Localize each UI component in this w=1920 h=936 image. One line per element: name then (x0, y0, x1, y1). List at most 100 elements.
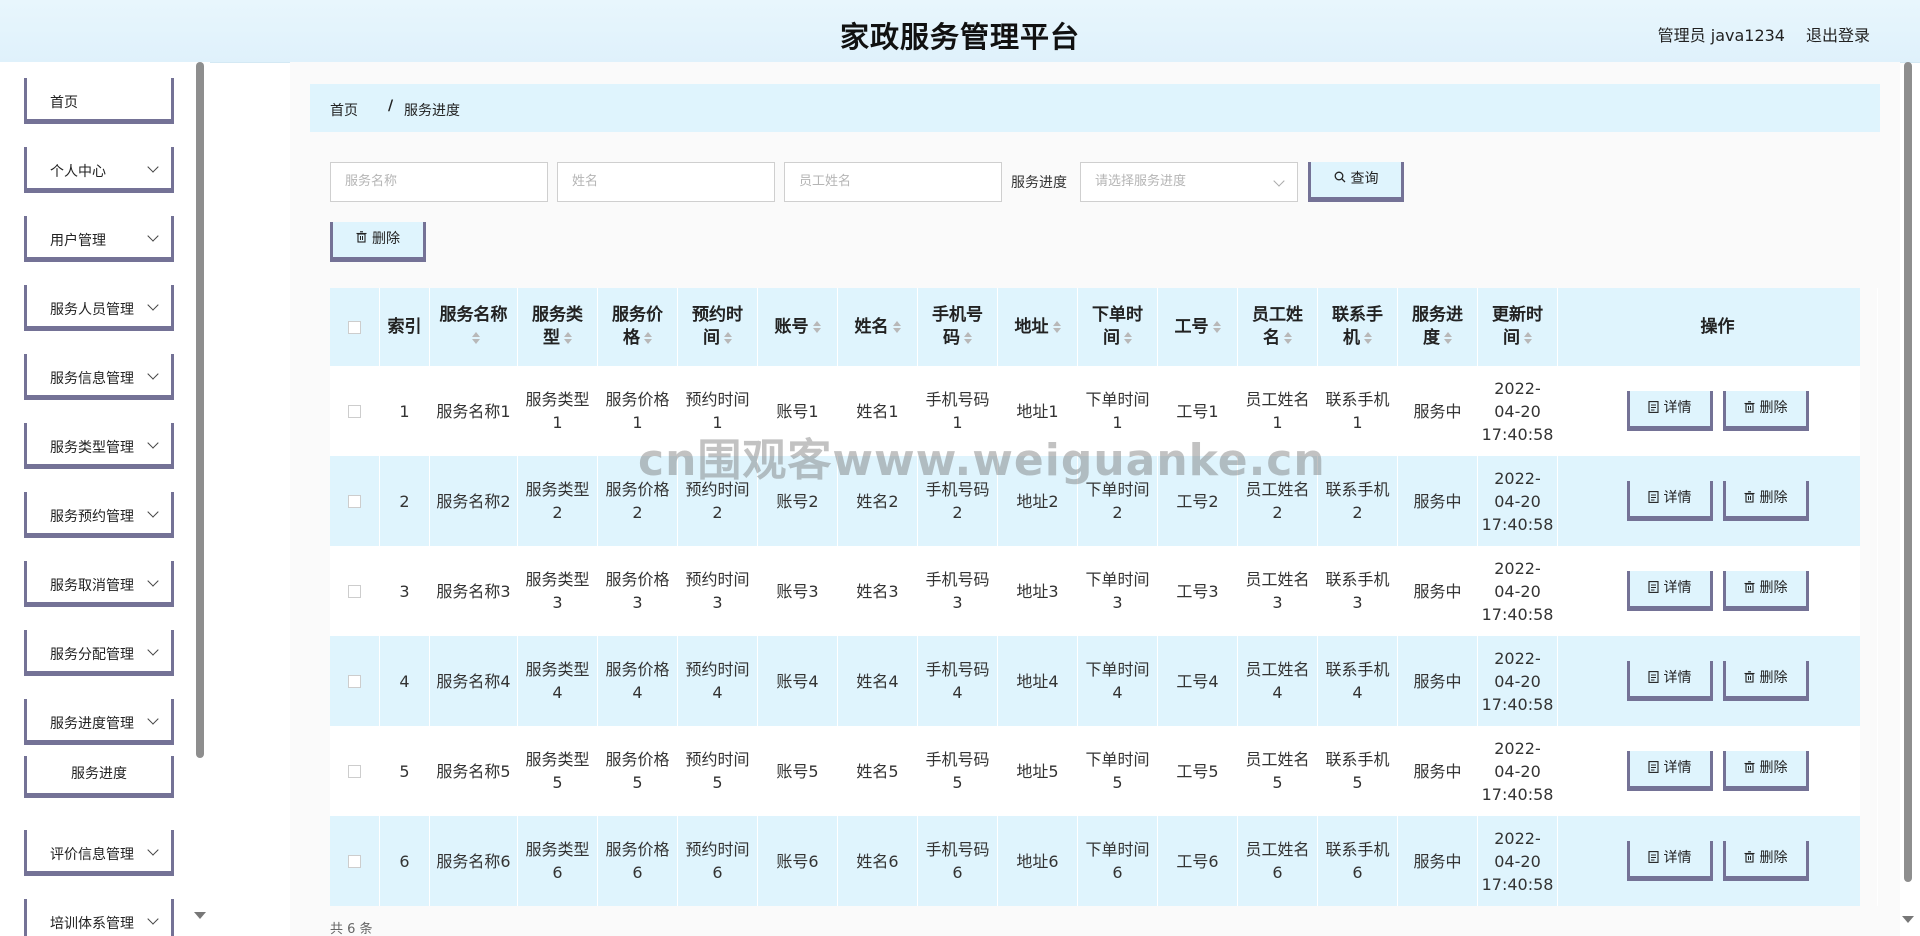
table-cell: 联系手机6 (1325, 840, 1390, 882)
sidebar-item-6[interactable]: 服务预约管理 (24, 492, 174, 538)
sidebar-item-4[interactable]: 服务信息管理 (24, 354, 174, 400)
column-header[interactable]: 账号 (775, 316, 821, 339)
sidebar-item-label: 服务信息管理 (50, 371, 134, 387)
row-checkbox[interactable] (348, 674, 361, 688)
column-header[interactable]: 服务名称 (436, 304, 511, 350)
name-input[interactable]: 姓名 (557, 162, 775, 202)
column-header[interactable]: 联系手机 (1324, 304, 1391, 350)
sort-icon[interactable] (1124, 332, 1132, 344)
sort-icon[interactable] (964, 332, 972, 344)
row-delete-label: 删除 (1759, 580, 1788, 596)
service-name-input[interactable]: 服务名称 (330, 162, 548, 202)
chevron-down-icon (147, 437, 159, 449)
row-checkbox[interactable] (348, 854, 361, 868)
sort-icon[interactable] (724, 332, 732, 344)
detail-button[interactable]: 详情 (1626, 481, 1713, 521)
table-cell: 服务中 (1413, 851, 1462, 871)
column-header[interactable]: 服务类型 (524, 304, 591, 350)
row-delete-button[interactable]: 删除 (1722, 571, 1809, 611)
sidebar-scrollbar[interactable] (196, 62, 204, 758)
sort-icon[interactable] (644, 332, 652, 344)
sort-icon[interactable] (564, 332, 572, 344)
row-delete-button[interactable]: 删除 (1722, 751, 1809, 791)
sort-icon[interactable] (812, 320, 821, 333)
sidebar-item-7[interactable]: 服务取消管理 (24, 561, 174, 607)
table-cell: 工号5 (1176, 761, 1219, 781)
sort-icon[interactable] (471, 332, 480, 344)
detail-button-label: 详情 (1663, 400, 1692, 416)
row-checkbox[interactable] (348, 764, 361, 778)
query-button[interactable]: 查询 (1308, 162, 1404, 202)
row-delete-button[interactable]: 删除 (1722, 661, 1809, 701)
document-icon (1647, 401, 1659, 413)
row-delete-button[interactable]: 删除 (1722, 841, 1809, 881)
row-delete-button[interactable]: 删除 (1722, 481, 1809, 521)
sidebar-item-1[interactable]: 个人中心 (24, 147, 174, 193)
logout-link[interactable]: 退出登录 (1806, 22, 1870, 46)
column-header-label: 索引 (387, 316, 422, 337)
sidebar-item-label: 服务分配管理 (50, 647, 134, 663)
table-cell: 地址1 (1016, 401, 1059, 421)
detail-button[interactable]: 详情 (1626, 751, 1713, 791)
sort-icon[interactable] (1284, 332, 1292, 344)
sidebar-item-2[interactable]: 用户管理 (24, 216, 174, 262)
column-header[interactable]: 更新时间 (1484, 304, 1551, 350)
table-cell: 地址3 (1016, 581, 1059, 601)
sort-icon[interactable] (1444, 332, 1452, 344)
batch-delete-button[interactable]: 删除 (330, 222, 426, 262)
table-cell: 工号4 (1176, 671, 1219, 691)
table-cell: 账号4 (776, 671, 819, 691)
table-cell: 员工姓名1 (1245, 390, 1310, 432)
column-header[interactable]: 索引 (388, 316, 422, 339)
progress-select[interactable]: 请选择服务进度 (1080, 162, 1298, 202)
document-icon (1647, 761, 1659, 773)
sidebar-item-5[interactable]: 服务类型管理 (24, 423, 174, 469)
table-cell: 预约时间2 (685, 480, 750, 522)
detail-button[interactable]: 详情 (1626, 391, 1713, 431)
sort-icon[interactable] (1212, 320, 1221, 333)
sidebar-item-9[interactable]: 服务进度管理 (24, 699, 174, 745)
employee-name-input[interactable]: 员工姓名 (784, 162, 1002, 202)
page-scroll-down-icon[interactable] (1902, 916, 1914, 923)
column-header[interactable]: 手机号码 (924, 304, 991, 350)
sort-icon[interactable] (1524, 332, 1532, 344)
column-header[interactable]: 服务进度 (1404, 304, 1471, 350)
sidebar-scroll-down-icon[interactable] (194, 912, 206, 919)
row-delete-button[interactable]: 删除 (1722, 391, 1809, 431)
sort-icon[interactable] (892, 320, 901, 333)
row-checkbox[interactable] (348, 404, 361, 418)
select-all-checkbox[interactable] (348, 320, 361, 334)
table-header-row: 索引 服务名称 服务类型 服务价格 预约时间 账号 姓名 手机号码 地址 下单时间 工号 员工姓名 联系… (330, 288, 1878, 366)
sort-icon[interactable] (1052, 320, 1061, 333)
table-cell: 预约时间5 (685, 750, 750, 792)
sidebar-item-3[interactable]: 服务人员管理 (24, 285, 174, 331)
page-scrollbar[interactable] (1904, 62, 1912, 882)
sidebar-item-11[interactable]: 培训体系管理 (24, 899, 174, 936)
sidebar-item-label: 用户管理 (50, 233, 106, 249)
table-cell: 姓名5 (856, 761, 899, 781)
detail-button[interactable]: 详情 (1626, 841, 1713, 881)
table-cell: 联系手机5 (1325, 750, 1390, 792)
sidebar-subitem-progress[interactable]: 服务进度 (24, 756, 174, 798)
column-header[interactable]: 地址 (1015, 316, 1061, 339)
trash-icon (1744, 491, 1754, 503)
column-header[interactable]: 下单时间 (1084, 304, 1151, 350)
table-cell: 下单时间6 (1085, 840, 1150, 882)
table-cell: 服务类型3 (525, 570, 590, 612)
detail-button[interactable]: 详情 (1626, 661, 1713, 701)
column-header[interactable]: 员工姓名 (1244, 304, 1311, 350)
column-header[interactable]: 预约时间 (684, 304, 751, 350)
sort-icon[interactable] (1364, 332, 1372, 344)
sidebar-item-10[interactable]: 评价信息管理 (24, 830, 174, 876)
table-cell: 下单时间3 (1085, 570, 1150, 612)
column-header[interactable]: 姓名 (855, 316, 901, 339)
sidebar-item-8[interactable]: 服务分配管理 (24, 630, 174, 676)
column-header[interactable]: 服务价格 (604, 304, 671, 350)
table-row: 4 服务名称4 服务类型4 服务价格4 预约时间4 账号4 姓名4 手机号码4 地址4 下单时间4… (330, 636, 1878, 726)
row-checkbox[interactable] (348, 584, 361, 598)
sidebar-item-0[interactable]: 首页 (24, 78, 174, 124)
column-header[interactable]: 工号 (1175, 316, 1221, 339)
row-checkbox[interactable] (348, 494, 361, 508)
detail-button[interactable]: 详情 (1626, 571, 1713, 611)
breadcrumb-home[interactable]: 首页 (330, 100, 358, 120)
